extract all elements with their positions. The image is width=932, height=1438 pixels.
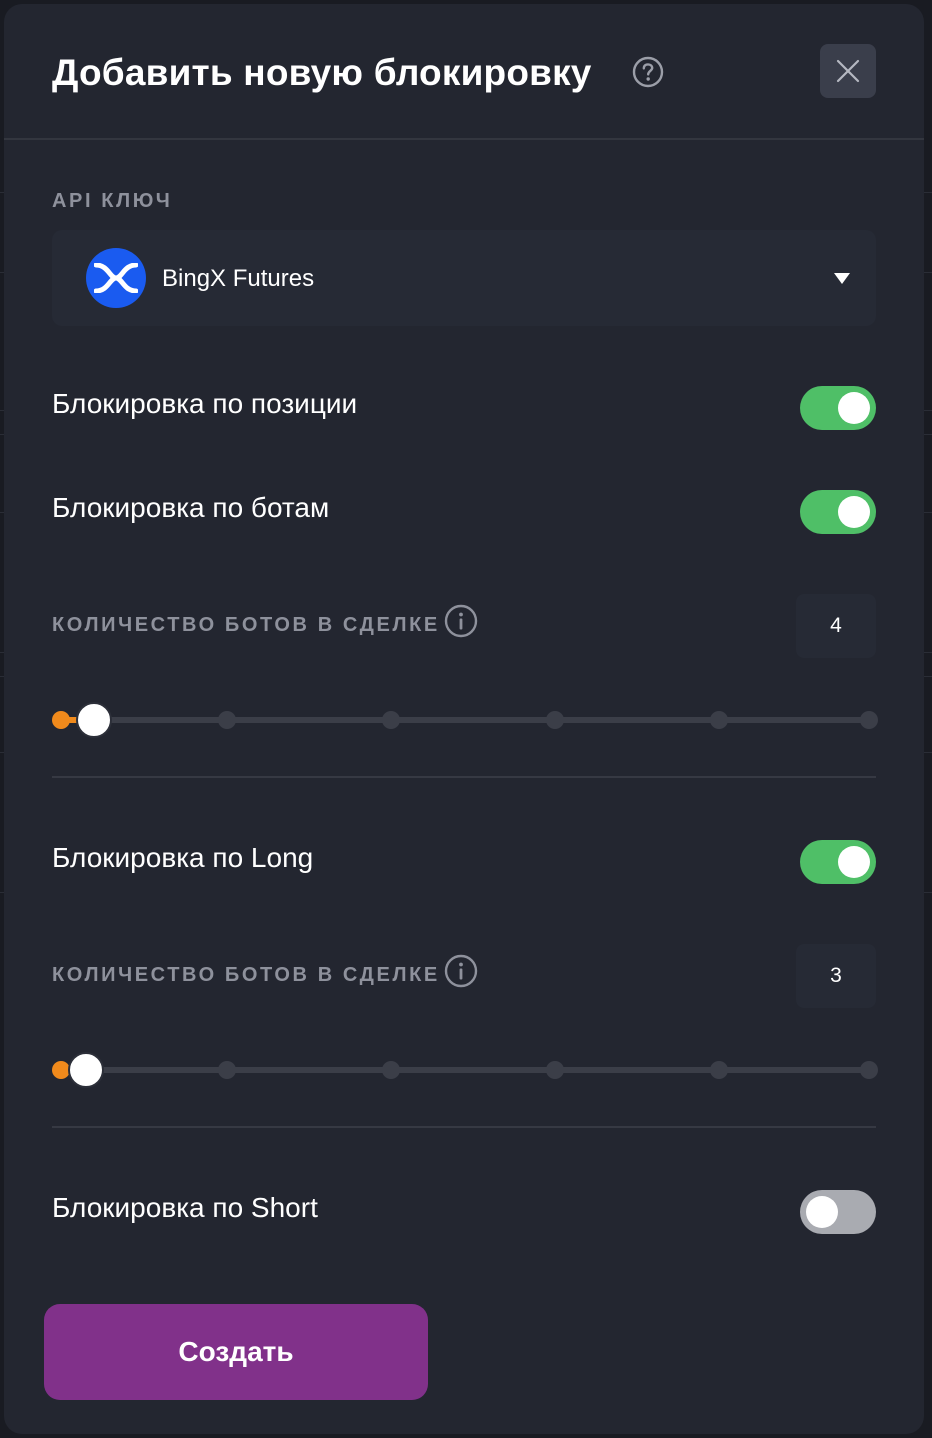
slider-tick	[546, 711, 564, 729]
slider-tick	[710, 1061, 728, 1079]
caret-down-icon	[834, 273, 850, 284]
long-lock-toggle[interactable]	[800, 840, 876, 884]
modal-header: Добавить новую блокировку	[4, 4, 924, 140]
position-lock-toggle[interactable]	[800, 386, 876, 430]
short-lock-toggle[interactable]	[800, 1190, 876, 1234]
toggle-knob	[838, 846, 870, 878]
toggle-knob	[806, 1196, 838, 1228]
bingx-logo-icon	[86, 248, 146, 308]
slider-tick	[710, 711, 728, 729]
position-lock-label: Блокировка по позиции	[52, 388, 358, 419]
modal-title: Добавить новую блокировку	[52, 52, 592, 93]
slider-track	[60, 717, 872, 723]
close-icon	[836, 59, 860, 83]
bots-count-slider[interactable]	[52, 700, 880, 740]
slider-tick	[546, 1061, 564, 1079]
info-icon[interactable]	[444, 604, 478, 638]
slider-track	[60, 1067, 872, 1073]
info-icon[interactable]	[444, 954, 478, 988]
api-key-label: API КЛЮЧ	[52, 190, 173, 212]
bots-count-value[interactable]: 4	[796, 594, 876, 658]
short-lock-label: Блокировка по Short	[52, 1192, 318, 1223]
api-key-selected-value: BingX Futures	[162, 265, 315, 292]
long-count-label: КОЛИЧЕСТВО БОТОВ В СДЕЛКЕ	[52, 964, 440, 986]
close-button[interactable]	[820, 44, 876, 98]
bots-count-label: КОЛИЧЕСТВО БОТОВ В СДЕЛКЕ	[52, 614, 440, 636]
long-count-slider[interactable]	[52, 1050, 880, 1090]
bots-lock-label: Блокировка по ботам	[52, 492, 330, 523]
section-divider	[52, 776, 876, 778]
slider-thumb[interactable]	[76, 702, 112, 738]
long-lock-label: Блокировка по Long	[52, 842, 314, 873]
add-lock-modal: Добавить новую блокировку API КЛЮЧ BingX…	[4, 4, 924, 1434]
slider-tick	[52, 711, 70, 729]
slider-tick	[218, 1061, 236, 1079]
slider-tick	[218, 711, 236, 729]
slider-tick	[382, 711, 400, 729]
slider-tick	[860, 711, 878, 729]
section-divider	[52, 1126, 876, 1128]
slider-thumb[interactable]	[68, 1052, 104, 1088]
create-button[interactable]: Создать	[44, 1304, 428, 1400]
slider-tick	[382, 1061, 400, 1079]
toggle-knob	[838, 496, 870, 528]
slider-tick	[860, 1061, 878, 1079]
long-count-value[interactable]: 3	[796, 944, 876, 1008]
toggle-knob	[838, 392, 870, 424]
help-icon[interactable]	[632, 56, 664, 88]
bots-lock-toggle[interactable]	[800, 490, 876, 534]
api-key-select[interactable]: BingX Futures	[52, 230, 876, 326]
